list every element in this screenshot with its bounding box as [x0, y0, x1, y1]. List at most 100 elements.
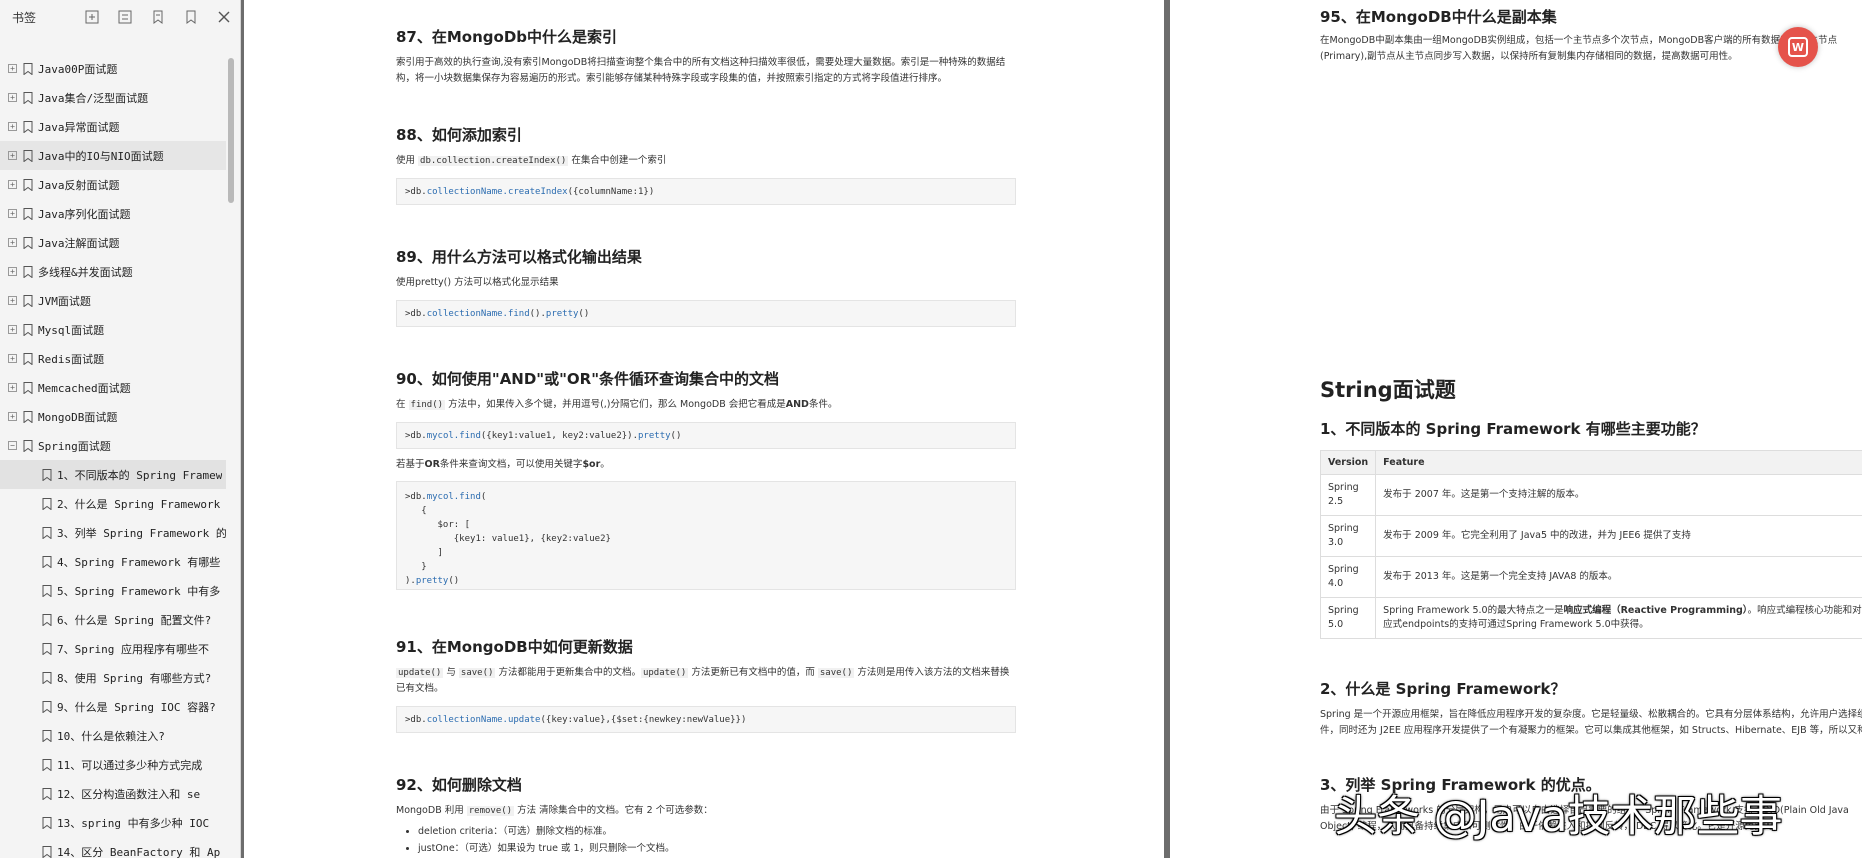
bookmark-label: 13、spring 中有多少种 IOC	[57, 816, 210, 830]
bookmark-item[interactable]: + Java异常面试题	[0, 112, 226, 141]
table-cell: Spring 5.0	[1319, 597, 1377, 639]
table-header-row: Version Feature	[1319, 450, 1862, 475]
list-item: justOne：（可选）如果设为 true 或 1，则只删除一个文档。	[418, 840, 1016, 857]
bookmark-label: 7、Spring 应用程序有哪些不	[57, 642, 209, 656]
bookmark-icon	[23, 62, 33, 75]
bookmark-label: JVM面试题	[38, 294, 91, 308]
bookmark-label: 6、什么是 Spring 配置文件?	[57, 613, 212, 627]
bookmark-item[interactable]: + Mysql面试题	[0, 315, 226, 344]
expand-toggle-icon[interactable]: +	[8, 64, 17, 73]
bookmark-item[interactable]: 14、区分 BeanFactory 和 Ap	[0, 837, 226, 858]
bookmark-item[interactable]: 10、什么是依赖注入?	[0, 721, 226, 750]
bookmark-icon	[23, 439, 33, 452]
bookmark-label: Java注解面试题	[38, 236, 120, 250]
table-cell: Spring 4.0	[1319, 556, 1377, 598]
section-title: 95、在MongoDB中什么是副本集	[1320, 8, 1557, 26]
bookmark-label: Java集合/泛型面试题	[38, 91, 149, 105]
table-header: Version	[1319, 450, 1377, 475]
bookmark-item[interactable]: + 多线程&并发面试题	[0, 257, 226, 286]
section-title: 90、如何使用"AND"或"OR"条件循环查询集合中的文档	[396, 370, 780, 388]
bookmark-label: Redis面试题	[38, 352, 105, 366]
bookmark-item[interactable]: 11、可以通过多少种方式完成	[0, 750, 226, 779]
section-title: 87、在MongoDb中什么是索引	[396, 28, 618, 46]
bookmark-item[interactable]: 9、什么是 Spring IOC 容器?	[0, 692, 226, 721]
bookmark-item[interactable]: + MongoDB面试题	[0, 402, 226, 431]
table-row: Spring 4.0 发布于 2013 年。这是第一个完全支持 JAVA8 的版…	[1319, 556, 1862, 598]
bookmark-item[interactable]: + Java反射面试题	[0, 170, 226, 199]
close-icon[interactable]	[212, 6, 236, 28]
bookmark-icon	[42, 642, 52, 655]
wps-float-button[interactable]: W	[1778, 27, 1818, 67]
bookmark-item[interactable]: + Java00P面试题	[0, 54, 226, 83]
expand-toggle-icon[interactable]: +	[8, 238, 17, 247]
bookmark-label: 2、什么是 Spring Framework	[57, 497, 221, 511]
bookmark-label: Memcached面试题	[38, 381, 131, 395]
table-cell: Spring 2.5	[1319, 474, 1377, 516]
bookmark-item[interactable]: + JVM面试题	[0, 286, 226, 315]
expand-toggle-icon[interactable]: +	[8, 267, 17, 276]
code-block: >db.collectionName.find().pretty()	[396, 300, 1016, 327]
bookmark-item[interactable]: + Java中的IO与NIO面试题	[0, 141, 226, 170]
bookmark-icon	[42, 526, 52, 539]
expand-toggle-icon[interactable]: −	[8, 441, 17, 450]
section-88: 88、如何添加索引 使用 db.collection.createIndex()…	[396, 124, 1016, 205]
bookmark-item[interactable]: 1、不同版本的 Spring Framew	[0, 460, 226, 489]
expand-toggle-icon[interactable]: +	[8, 122, 17, 131]
bookmark-item[interactable]: + Java集合/泛型面试题	[0, 83, 226, 112]
bookmark-item[interactable]: 5、Spring Framework 中有多	[0, 576, 226, 605]
expand-toggle-icon[interactable]: +	[8, 209, 17, 218]
bookmark-item[interactable]: 3、列举 Spring Framework 的	[0, 518, 226, 547]
bookmark-icon	[23, 265, 33, 278]
bookmark-label: 多线程&并发面试题	[38, 265, 133, 279]
expand-all-icon[interactable]	[80, 6, 104, 28]
bookmark-item[interactable]: 13、spring 中有多少种 IOC	[0, 808, 226, 837]
bookmark-item[interactable]: 8、使用 Spring 有哪些方式?	[0, 663, 226, 692]
bookmark-item[interactable]: 12、区分构造函数注入和 se	[0, 779, 226, 808]
expand-toggle-icon[interactable]: +	[8, 325, 17, 334]
bookmark-item[interactable]: 6、什么是 Spring 配置文件?	[0, 605, 226, 634]
bookmark-item[interactable]: − Spring面试题	[0, 431, 226, 460]
section-text: update() 与 save() 方法都能用于更新集合中的文档。 update(…	[396, 667, 1010, 694]
bookmark-panel-title: 书签	[12, 10, 37, 25]
bookmark-item[interactable]: + Redis面试题	[0, 344, 226, 373]
table-row: Spring 3.0 发布于 2009 年。它完全利用了 Java5 中的改进，…	[1319, 515, 1862, 557]
table-row: Spring 5.0 Spring Framework 5.0的最大特点之一是响…	[1319, 597, 1862, 639]
add-bookmark-icon[interactable]	[146, 6, 170, 28]
expand-toggle-icon[interactable]: +	[8, 412, 17, 421]
expand-toggle-icon[interactable]: +	[8, 354, 17, 363]
bookmark-item[interactable]: 2、什么是 Spring Framework	[0, 489, 226, 518]
section-text: 在 find() 方法中，如果传入多个键，并用逗号(,)分隔它们，那么 Mong…	[396, 399, 838, 410]
expand-toggle-icon[interactable]: +	[8, 296, 17, 305]
section-90: 90、如何使用"AND"或"OR"条件循环查询集合中的文档 在 find() 方…	[396, 368, 1016, 590]
bookmark-icon	[42, 700, 52, 713]
bookmark-toolbar	[80, 6, 236, 28]
table-cell: Spring Framework 5.0的最大特点之一是响应式编程（Reacti…	[1375, 597, 1862, 639]
bookmark-icon	[42, 787, 52, 800]
bookmark-item[interactable]: + Memcached面试题	[0, 373, 226, 402]
bookmark-icon	[42, 729, 52, 742]
expand-toggle-icon[interactable]: +	[8, 93, 17, 102]
table-row: Spring 2.5 发布于 2007 年。这是第一个支持注解的版本。	[1319, 474, 1862, 516]
expand-toggle-icon[interactable]: +	[8, 180, 17, 189]
bookmark-item[interactable]: + Java序列化面试题	[0, 199, 226, 228]
code-block: >db.mycol.find({key1:value1, key2:value2…	[396, 422, 1016, 449]
expand-toggle-icon[interactable]: +	[8, 151, 17, 160]
bookmark-icon[interactable]	[179, 6, 203, 28]
bookmark-icon	[42, 497, 52, 510]
table-cell: 发布于 2007 年。这是第一个支持注解的版本。	[1375, 474, 1862, 516]
section-text: Spring 是一个开源应用框架，旨在降低应用程序开发的复杂度。它是轻量级、松散…	[1320, 709, 1862, 736]
collapse-all-icon[interactable]	[113, 6, 137, 28]
bookmark-item[interactable]: + Java注解面试题	[0, 228, 226, 257]
bookmark-icon	[42, 845, 52, 858]
bookmark-item[interactable]: 7、Spring 应用程序有哪些不	[0, 634, 226, 663]
section-text-2: 若基于OR条件来查询文档，可以使用关键字$or。	[396, 459, 610, 470]
section-title: 1、不同版本的 Spring Framework 有哪些主要功能？	[1320, 420, 1706, 438]
bookmark-icon	[23, 352, 33, 365]
bookmark-item[interactable]: 4、Spring Framework 有哪些	[0, 547, 226, 576]
expand-toggle-icon[interactable]: +	[8, 383, 17, 392]
section-91: 91、在MongoDB中如何更新数据 update() 与 save() 方法都…	[396, 636, 1016, 733]
table-cell: 发布于 2009 年。它完全利用了 Java5 中的改进，并为 JEE6 提供了…	[1375, 515, 1862, 557]
bookmark-scrollbar[interactable]	[228, 58, 234, 203]
table-header: Feature	[1375, 450, 1862, 475]
section-title: 88、如何添加索引	[396, 126, 522, 144]
